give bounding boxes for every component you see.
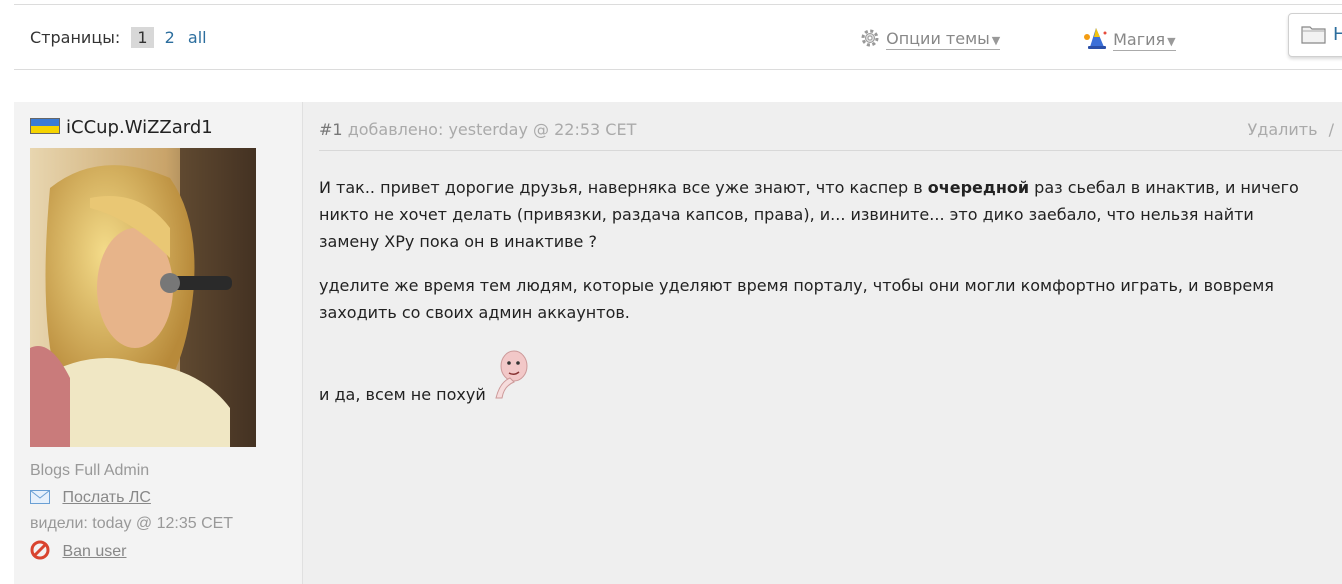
avatar xyxy=(30,148,256,447)
topic-options-label: Опции темы ▼ xyxy=(886,29,1001,50)
envelope-icon xyxy=(30,489,54,506)
post-actions: Удалить / xyxy=(1248,120,1334,139)
caret-down-icon: ▼ xyxy=(1167,35,1176,48)
bold-text: очередной xyxy=(927,178,1030,197)
topic-options-dropdown[interactable]: Опции темы ▼ xyxy=(859,27,1001,50)
post-paragraph: уделите же время тем людям, которые удел… xyxy=(319,276,1274,322)
folder-icon xyxy=(1301,24,1327,48)
wizard-hat-icon xyxy=(1082,28,1113,49)
caret-down-icon: ▼ xyxy=(991,34,1001,47)
magic-label: Магия ▼ xyxy=(1113,30,1176,51)
post-meta: #1 добавлено: yesterday @ 22:53 CET xyxy=(319,120,636,139)
ban-icon xyxy=(30,540,54,560)
page-link-all[interactable]: all xyxy=(188,28,207,47)
ban-user-label: Ban user xyxy=(62,543,127,560)
post-content: #1 добавлено: yesterday @ 22:53 CET Удал… xyxy=(319,102,1342,584)
gear-icon xyxy=(859,29,886,48)
author-role: Blogs Full Admin xyxy=(30,462,150,479)
new-topic-button[interactable]: Н xyxy=(1288,13,1342,57)
pagination: Страницы: 1 2 all xyxy=(30,27,215,48)
thinking-smiley-icon xyxy=(490,348,530,408)
send-pm-label: Послать ЛС xyxy=(62,489,151,506)
ban-user-link[interactable]: Ban user xyxy=(30,540,127,561)
post-paragraph: и да, всем не похуй xyxy=(319,348,1304,408)
author-username[interactable]: iCCup.WiZZard1 xyxy=(66,117,213,138)
post-paragraph: И так.. привет дорогие друзья, наверняка… xyxy=(319,178,1299,251)
post-date: добавлено: yesterday @ 22:53 CET xyxy=(347,120,637,139)
post-body: И так.. привет дорогие друзья, наверняка… xyxy=(319,174,1304,425)
forum-post: iCCup.WiZZard1 Blogs Full Admin Послать … xyxy=(14,102,1342,584)
actions-separator: / xyxy=(1328,120,1334,139)
post-number[interactable]: #1 xyxy=(319,120,343,139)
page-current: 1 xyxy=(131,27,154,48)
thread-toolbar: Страницы: 1 2 all Опции темы ▼ Магия ▼ Н xyxy=(14,5,1342,70)
last-seen: видели: today @ 12:35 CET xyxy=(30,515,234,532)
flag-icon xyxy=(30,118,60,134)
post-divider xyxy=(319,150,1342,151)
pagination-label: Страницы: xyxy=(30,28,121,47)
new-topic-label: Н xyxy=(1333,24,1342,45)
send-pm-link[interactable]: Послать ЛС xyxy=(30,489,151,507)
author-panel: iCCup.WiZZard1 Blogs Full Admin Послать … xyxy=(14,102,303,584)
delete-link[interactable]: Удалить xyxy=(1248,120,1318,139)
page-link-2[interactable]: 2 xyxy=(165,28,175,47)
magic-dropdown[interactable]: Магия ▼ xyxy=(1082,27,1176,51)
